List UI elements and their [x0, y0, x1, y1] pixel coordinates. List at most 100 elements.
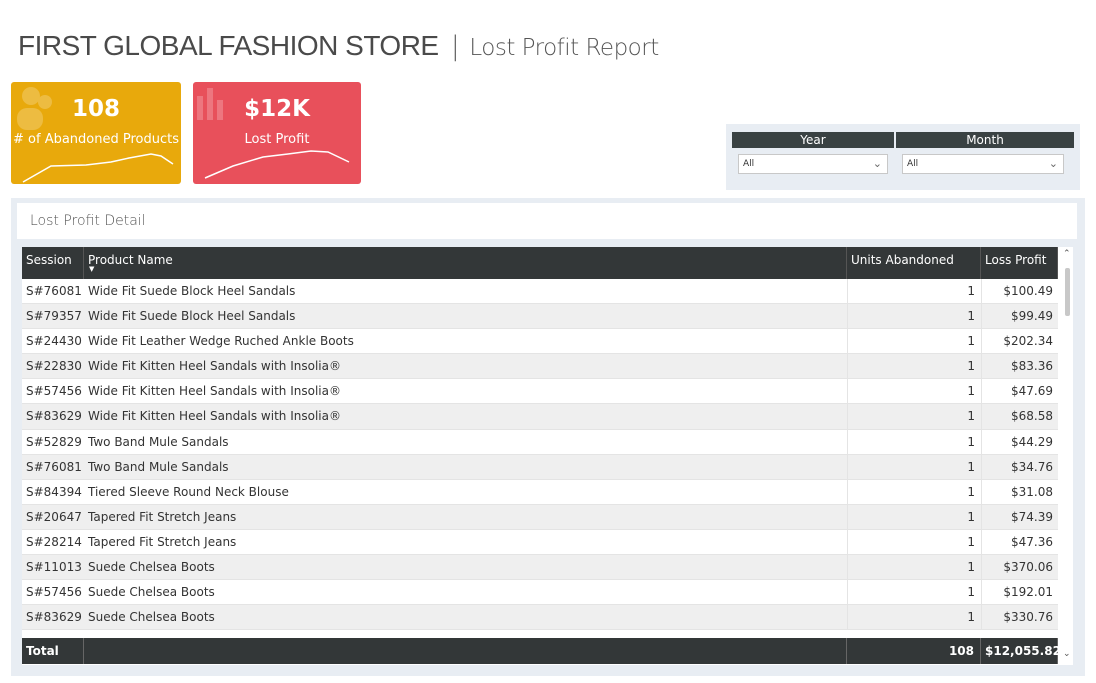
month-slicer-label: Month — [896, 132, 1074, 148]
sparkline — [22, 153, 174, 183]
table-row[interactable]: S#76081 Two Band Mule Sandals 1 $34.76 — [22, 454, 1058, 480]
column-header-product-name[interactable]: Product Name ▼ — [84, 247, 847, 279]
product-name-cell: Wide Fit Leather Wedge Ruched Ankle Boot… — [88, 334, 354, 349]
loss-profit-cell: $47.69 — [981, 379, 1058, 405]
units-abandoned-cell: 1 — [847, 605, 981, 631]
product-name-cell: Suede Chelsea Boots — [88, 585, 215, 600]
session-id-cell: S#57456 — [26, 585, 82, 600]
session-id-cell: S#76081 — [26, 284, 82, 298]
loss-profit-cell: $370.06 — [981, 555, 1058, 581]
product-name-cell: Suede Chelsea Boots — [88, 610, 215, 625]
loss-profit-cell: $74.39 — [981, 504, 1058, 530]
title-separator: | — [450, 31, 460, 62]
table-row[interactable]: S#24430 Wide Fit Leather Wedge Ruched Ank… — [22, 329, 1058, 355]
lost-profit-table: Session ID Product Name ▼ Units Abandone… — [22, 247, 1073, 665]
year-slicer-label: Year — [732, 132, 894, 148]
units-abandoned-cell: 1 — [847, 379, 981, 405]
year-slicer: Year All ⌄ — [732, 132, 894, 174]
table-row[interactable]: S#84394 Tiered Sleeve Round Neck Blouse 1 $… — [22, 479, 1058, 505]
total-units: 108 — [847, 638, 981, 664]
session-id-cell: S#28214 — [26, 534, 82, 549]
table-row[interactable]: S#52829 Two Band Mule Sandals 1 $44.29 — [22, 429, 1058, 455]
units-abandoned-cell: 1 — [847, 404, 981, 430]
table-header: Session ID Product Name ▼ Units Abandone… — [22, 247, 1058, 293]
units-abandoned-cell: 1 — [847, 555, 981, 581]
session-id-cell: S#79357 — [26, 309, 82, 324]
units-abandoned-cell: 1 — [847, 304, 981, 330]
table-row[interactable]: S#76081 Wide Fit Suede Block Heel Sandals… — [22, 279, 1058, 305]
product-name-cell: Wide Fit Suede Block Heel Sandals — [88, 309, 296, 324]
loss-profit-cell: $83.36 — [981, 354, 1058, 380]
table-row[interactable]: S#20647 Tapered Fit Stretch Jeans 1 $74.39 — [22, 504, 1058, 530]
session-id-cell: S#83629 — [26, 409, 82, 424]
table-total-row: Total 108 $12,055.82 — [22, 638, 1061, 664]
product-name-cell: Wide Fit Kitten Heel Sandals with Insoli… — [88, 359, 341, 374]
product-name-cell: Wide Fit Suede Block Heel Sandals — [88, 284, 296, 298]
total-label: Total — [22, 638, 84, 664]
vertical-scrollbar[interactable]: ⌃ ⌄ — [1062, 247, 1073, 665]
units-abandoned-cell: 1 — [847, 529, 981, 555]
loss-profit-cell: $31.08 — [981, 479, 1058, 505]
session-id-cell: S#24430 — [26, 334, 82, 349]
session-id-cell: S#20647 — [26, 509, 82, 524]
table-row[interactable]: S#79357 Wide Fit Suede Block Heel Sandals… — [22, 304, 1058, 330]
product-name-cell: Tiered Sleeve Round Neck Blouse — [88, 484, 289, 499]
loss-profit-cell: $192.01 — [981, 580, 1058, 606]
column-header-loss-profit[interactable]: Loss Profit ($) — [981, 247, 1058, 293]
table-row[interactable]: S#57456 Suede Chelsea Boots 1 $192.01 — [22, 580, 1058, 606]
units-abandoned-cell: 1 — [847, 429, 981, 455]
units-abandoned-cell: 1 — [847, 580, 981, 606]
product-name-cell: Wide Fit Kitten Heel Sandals with Insoli… — [88, 409, 341, 424]
session-id-cell: S#11013 — [26, 560, 82, 575]
units-abandoned-cell: 1 — [847, 454, 981, 480]
chevron-down-icon: ⌄ — [1048, 157, 1058, 170]
scroll-down-icon[interactable]: ⌄ — [1063, 649, 1071, 659]
table-row[interactable]: S#11013 Suede Chelsea Boots 1 $370.06 — [22, 555, 1058, 581]
units-abandoned-cell: 1 — [847, 279, 981, 304]
units-abandoned-cell: 1 — [847, 479, 981, 505]
table-row[interactable]: S#22830 Wide Fit Kitten Heel Sandals with… — [22, 354, 1058, 380]
column-header-session-id[interactable]: Session ID — [22, 247, 84, 293]
table-row[interactable]: S#83629 Wide Fit Kitten Heel Sandals with… — [22, 404, 1058, 430]
loss-profit-cell: $68.58 — [981, 404, 1058, 430]
loss-profit-cell: $202.34 — [981, 329, 1058, 355]
product-name-cell: Tapered Fit Stretch Jeans — [88, 534, 237, 549]
session-id-cell: S#52829 — [26, 434, 82, 449]
total-product-cell — [84, 638, 847, 664]
session-id-cell: S#22830 — [26, 359, 82, 374]
month-slicer: Month All ⌄ — [896, 132, 1074, 174]
scrollbar-thumb[interactable] — [1065, 268, 1070, 316]
report-name: Lost Profit Report — [469, 35, 659, 61]
year-dropdown[interactable]: All ⌄ — [738, 154, 888, 174]
table-row[interactable]: S#57456 Wide Fit Kitten Heel Sandals with… — [22, 379, 1058, 405]
product-name-cell: Two Band Mule Sandals — [88, 459, 229, 474]
sort-descending-icon: ▼ — [89, 265, 95, 273]
kpi-card-lost-profit[interactable]: $12K Lost Profit — [193, 82, 361, 184]
loss-profit-cell: $330.76 — [981, 605, 1058, 631]
session-id-cell: S#76081 — [26, 459, 82, 474]
loss-profit-cell: $99.49 — [981, 304, 1058, 330]
total-loss: $12,055.82 — [981, 638, 1061, 664]
column-header-units-abandoned[interactable]: Units Abandoned — [847, 247, 981, 279]
loss-profit-cell: $100.49 — [981, 279, 1058, 304]
month-dropdown-value: All — [907, 159, 919, 169]
product-name-cell: Tapered Fit Stretch Jeans — [88, 509, 237, 524]
loss-profit-cell: $34.76 — [981, 454, 1058, 480]
loss-profit-cell: $47.36 — [981, 529, 1058, 555]
panel-title: Lost Profit Detail — [17, 203, 1077, 239]
filter-panel: Year All ⌄ Month All ⌄ — [726, 124, 1080, 190]
scroll-up-icon[interactable]: ⌃ — [1063, 249, 1071, 259]
table-row[interactable]: S#28214 Tapered Fit Stretch Jeans 1 $47.36 — [22, 529, 1058, 556]
page-title: FIRST GLOBAL FASHION STORE | Lost Profit… — [18, 30, 659, 62]
session-id-cell: S#84394 — [26, 484, 82, 499]
product-name-cell: Suede Chelsea Boots — [88, 560, 215, 575]
units-abandoned-cell: 1 — [847, 354, 981, 380]
session-id-cell: S#57456 — [26, 384, 82, 399]
kpi-card-abandoned-products[interactable]: 108 # of Abandoned Products — [11, 82, 181, 184]
chevron-down-icon: ⌄ — [872, 157, 882, 170]
month-dropdown[interactable]: All ⌄ — [902, 154, 1064, 174]
units-abandoned-cell: 1 — [847, 504, 981, 530]
table-body: S#76081 Wide Fit Suede Block Heel Sandals… — [22, 279, 1058, 631]
year-dropdown-value: All — [743, 159, 755, 169]
table-row[interactable]: S#83629 Suede Chelsea Boots 1 $330.76 — [22, 605, 1058, 631]
